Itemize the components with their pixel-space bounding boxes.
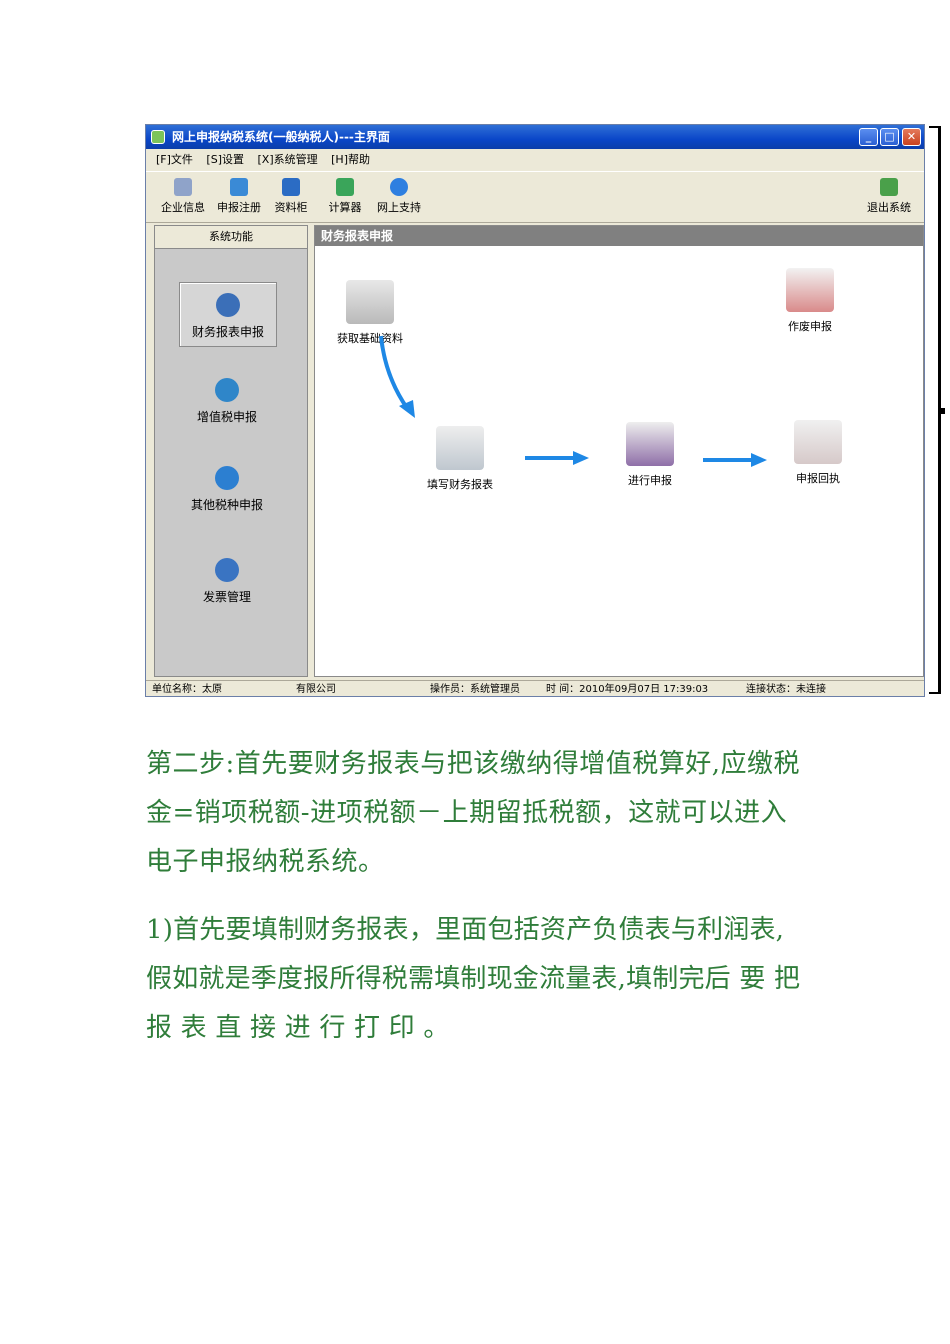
ie-icon <box>390 178 408 196</box>
side-bracket <box>929 126 945 694</box>
left-panel-header: 系统功能 <box>155 226 307 249</box>
nav-label: 增值税申报 <box>196 410 257 424</box>
tool-label: 申报注册 <box>217 201 261 214</box>
title-bar: 网上申报纳税系统(一般纳税人)---主界面 _ □ ✕ <box>146 125 924 149</box>
tool-exit[interactable]: 退出系统 <box>860 178 918 215</box>
tool-calculator[interactable]: 计算器 <box>316 178 374 215</box>
nav-other-taxes[interactable]: 其他税种申报 <box>179 466 275 513</box>
tool-label: 企业信息 <box>161 201 205 214</box>
status-company: 有限公司 <box>296 684 336 695</box>
menu-bar: [F]文件 [S]设置 [X]系统管理 [H]帮助 <box>146 149 924 171</box>
flow-arrows <box>379 335 767 467</box>
company-info-icon <box>174 178 192 196</box>
tool-online-support[interactable]: 网上支持 <box>370 178 428 215</box>
arrow-down-icon <box>379 335 409 410</box>
toolbar: 企业信息 申报注册 资料柜 计算器 网上支持 退出系统 <box>146 171 924 223</box>
nav-label: 发票管理 <box>202 590 251 604</box>
menu-help[interactable]: [H]帮助 <box>331 153 370 166</box>
maximize-button[interactable]: □ <box>880 128 899 146</box>
status-connection: 连接状态：未连接 <box>746 684 826 695</box>
bracket-tick <box>939 408 945 414</box>
nav-label: 其他税种申报 <box>190 498 263 512</box>
tool-company-info[interactable]: 企业信息 <box>154 178 212 215</box>
arrow-head-right-2 <box>751 453 767 467</box>
status-bar: 单位名称：太原 有限公司 操作员：系统管理员 时 间：2010年09月07日 1… <box>146 680 924 696</box>
tool-label: 网上支持 <box>377 201 421 214</box>
tool-register[interactable]: 申报注册 <box>210 178 268 215</box>
app-icon <box>151 130 165 144</box>
tool-label: 资料柜 <box>274 201 308 214</box>
cabinet-icon <box>282 178 300 196</box>
menu-settings[interactable]: [S]设置 <box>206 153 244 166</box>
tool-cabinet[interactable]: 资料柜 <box>262 178 320 215</box>
status-operator: 操作员：系统管理员 <box>430 684 520 695</box>
arrow-head-right-1 <box>573 451 589 465</box>
status-time: 时 间：2010年09月07日 17:39:03 <box>546 684 709 695</box>
invoice-icon <box>215 558 239 582</box>
paragraph-step-one: 1)首先要填制财务报表，里面包括资产负债表与利润表,假如就是季度报所得税需填制现… <box>146 915 801 1043</box>
window-title: 网上申报纳税系统(一般纳税人)---主界面 <box>172 130 390 144</box>
main-panel: 财务报表申报 获取基础资料 填写财务报表 进行申报 申报回执 作废申报 <box>314 225 924 677</box>
screenshot-window: 网上申报纳税系统(一般纳税人)---主界面 _ □ ✕ [F]文件 [S]设置 … <box>145 124 925 697</box>
menu-system[interactable]: [X]系统管理 <box>258 153 318 166</box>
tool-label: 退出系统 <box>867 201 911 214</box>
tool-label: 计算器 <box>328 201 362 214</box>
exit-icon <box>880 178 898 196</box>
financial-report-icon <box>216 293 240 317</box>
minimize-button[interactable]: _ <box>859 128 878 146</box>
globe-icon <box>215 466 239 490</box>
paragraph-step-two: 第二步:首先要财务报表与把该缴纳得增值税算好,应缴税金=销项税额-进项税额－上期… <box>146 749 801 877</box>
menu-file[interactable]: [F]文件 <box>156 153 193 166</box>
nav-vat[interactable]: 增值税申报 <box>179 378 275 425</box>
register-icon <box>230 178 248 196</box>
vat-icon <box>215 378 239 402</box>
status-unit-name: 单位名称：太原 <box>152 684 222 695</box>
calculator-icon <box>336 178 354 196</box>
nav-label: 财务报表申报 <box>191 325 264 339</box>
left-panel: 系统功能 财务报表申报 增值税申报 其他税种申报 发票管理 <box>154 225 308 677</box>
nav-financial-report[interactable]: 财务报表申报 <box>179 282 277 347</box>
close-button[interactable]: ✕ <box>902 128 921 146</box>
nav-invoice[interactable]: 发票管理 <box>179 558 275 605</box>
